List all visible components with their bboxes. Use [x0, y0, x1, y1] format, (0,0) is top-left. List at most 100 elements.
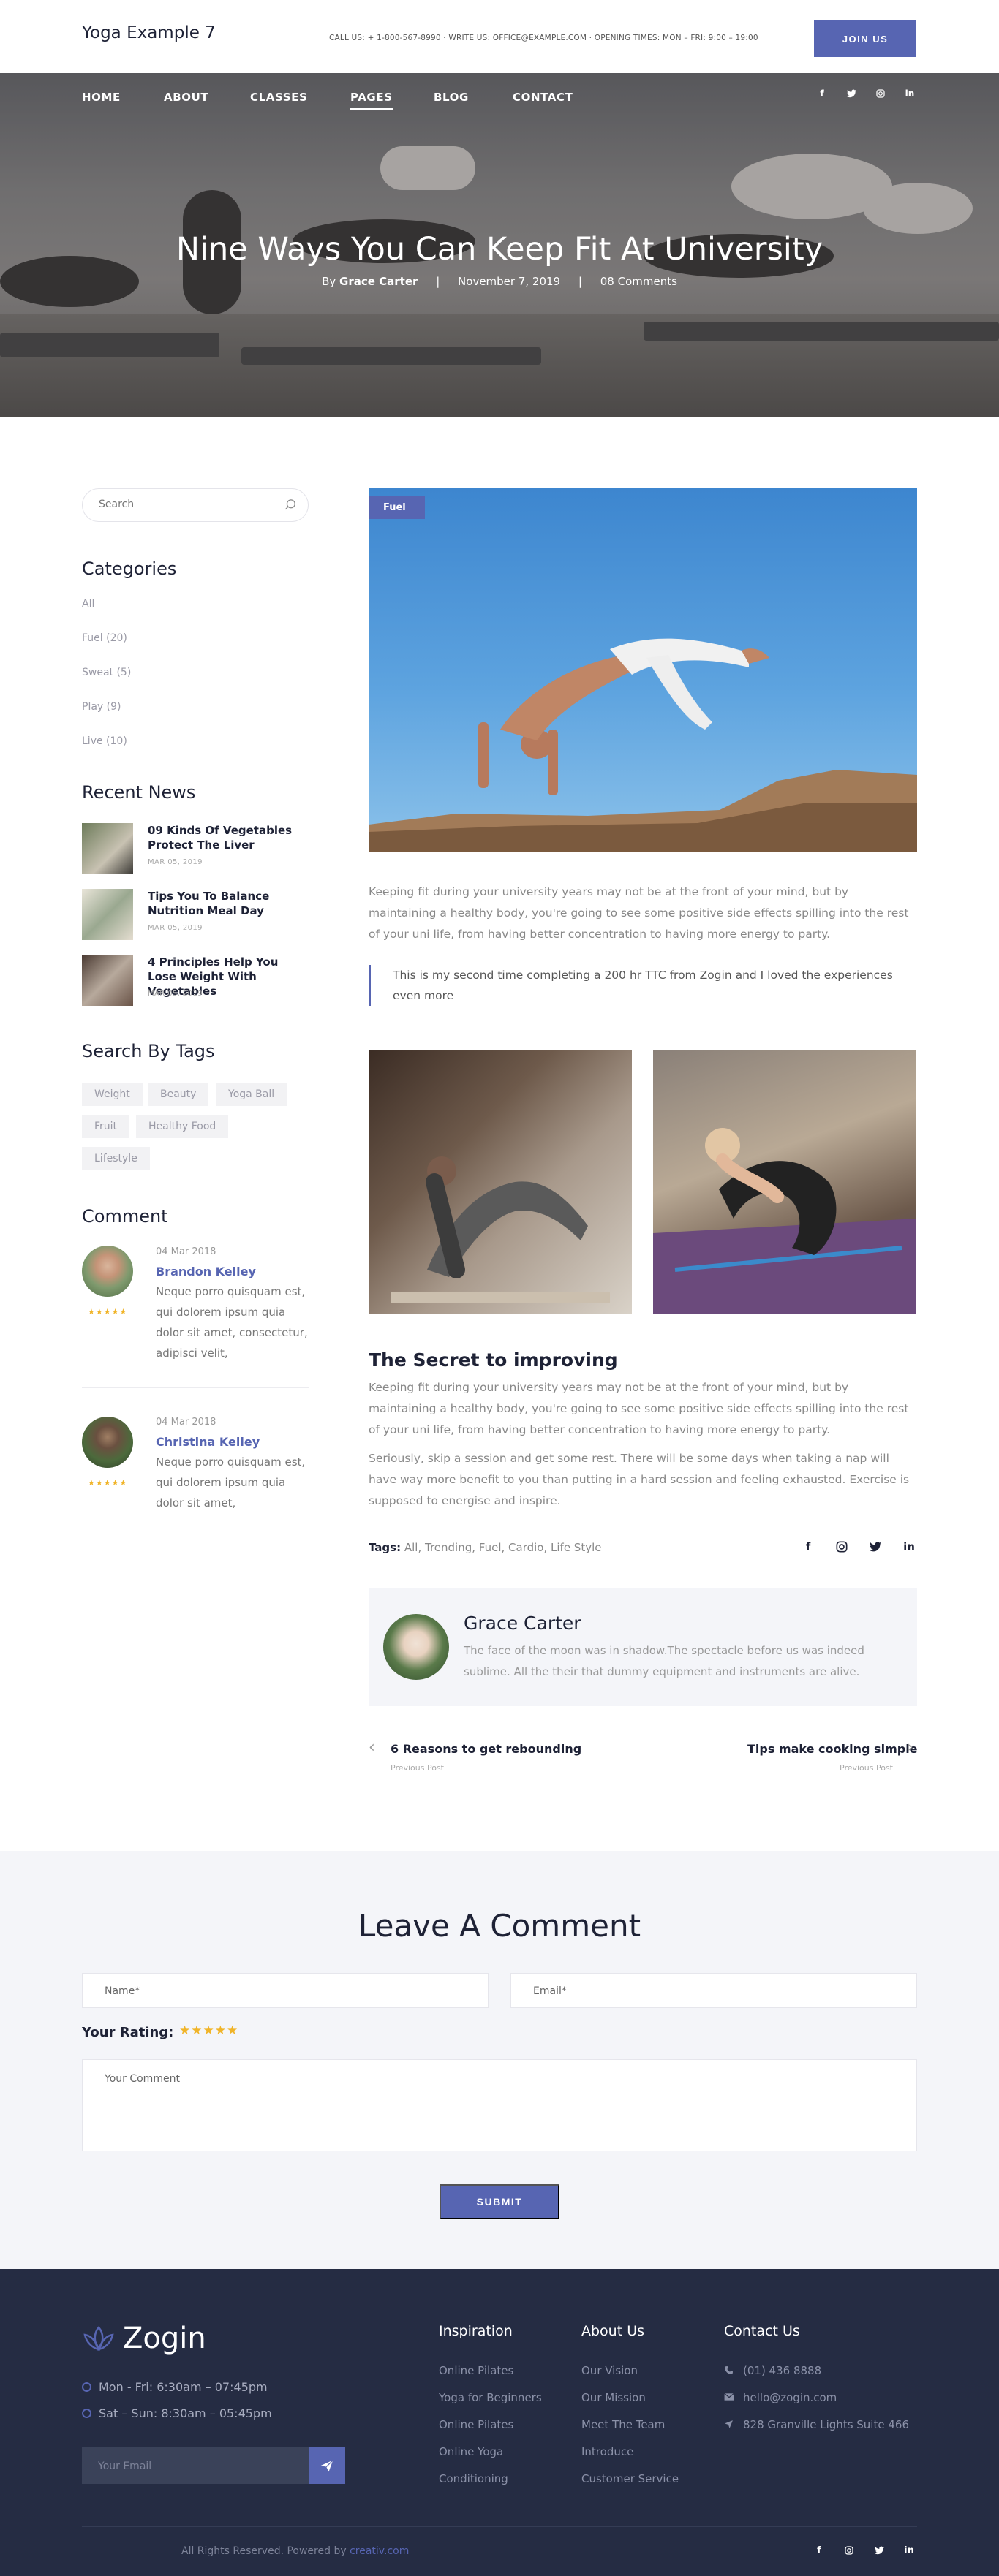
search-input[interactable] — [99, 499, 274, 510]
footer-link[interactable]: Meet The Team — [581, 2418, 665, 2431]
news-thumbnail[interactable] — [82, 955, 133, 1006]
linkedin-icon[interactable]: in — [902, 86, 917, 101]
article-subtitle: The Secret to improving — [369, 1349, 618, 1371]
next-post-icon[interactable]: › — [907, 1738, 913, 1757]
footer-link[interactable]: Introduce — [581, 2445, 633, 2458]
avatar — [82, 1246, 133, 1297]
newsletter-email-field[interactable]: Your Email — [82, 2447, 345, 2484]
nav-blog[interactable]: BLOG — [434, 91, 469, 104]
news-title[interactable]: Tips You To Balance Nutrition Meal Day — [148, 889, 309, 918]
footer-linkedin-icon[interactable]: in — [902, 2543, 916, 2558]
phone-icon — [725, 2366, 733, 2374]
footer-link[interactable]: Online Pilates — [439, 2364, 513, 2377]
tag-weight[interactable]: Weight — [82, 1083, 143, 1106]
categories-title: Categories — [82, 558, 177, 579]
send-button[interactable] — [309, 2447, 345, 2484]
rating-label: Your Rating: — [82, 2025, 174, 2040]
footer-phone[interactable]: (01) 436 8888 — [743, 2364, 821, 2377]
share-facebook-icon[interactable]: f — [801, 1539, 815, 1554]
tags-label: Tags: — [369, 1541, 402, 1554]
next-post-label: Previous Post — [840, 1763, 893, 1773]
twitter-icon[interactable] — [844, 86, 859, 101]
share-linkedin-icon[interactable]: in — [902, 1539, 916, 1554]
author-box: Grace Carter The face of the moon was in… — [369, 1588, 917, 1706]
nav-pages[interactable]: PAGES — [350, 91, 393, 110]
search-icon[interactable] — [283, 498, 298, 512]
footer-twitter-icon[interactable] — [872, 2543, 886, 2558]
footer-link[interactable]: Online Yoga — [439, 2445, 503, 2458]
share-instagram-icon[interactable] — [834, 1539, 849, 1554]
rating-stars[interactable]: ★★★★★ — [179, 2023, 238, 2038]
comment-form-title: Leave A Comment — [358, 1908, 641, 1944]
yoga-pose-illustration — [369, 638, 917, 852]
footer-col-title: Inspiration — [439, 2323, 513, 2339]
footer-logo[interactable]: Zogin — [123, 2322, 206, 2355]
news-date: MAR 05, 2019 — [148, 924, 203, 932]
nav-contact[interactable]: CONTACT — [513, 91, 573, 104]
tag-yoga-ball[interactable]: Yoga Ball — [216, 1083, 287, 1106]
footer-divider — [82, 2526, 917, 2527]
gallery-pose — [391, 1156, 610, 1303]
footer-link[interactable]: Our Mission — [581, 2391, 646, 2404]
tag-lifestyle[interactable]: Lifestyle — [82, 1147, 150, 1170]
divider — [82, 1387, 309, 1388]
featured-image — [369, 488, 917, 852]
copyright-link[interactable]: creativ.com — [350, 2545, 409, 2557]
post-comments-count[interactable]: 08 Comments — [600, 275, 677, 288]
nav-classes[interactable]: CLASSES — [250, 91, 307, 104]
comment-rating: ★★★★★ — [88, 1478, 128, 1488]
tag-healthy-food[interactable]: Healthy Food — [136, 1115, 229, 1138]
nav-home[interactable]: HOME — [82, 91, 121, 104]
category-item[interactable]: Fuel (20) — [82, 632, 127, 644]
footer-link[interactable]: Our Vision — [581, 2364, 638, 2377]
footer-link[interactable]: Online Pilates — [439, 2418, 513, 2431]
author-bio: The face of the moon was in shadow.The s… — [464, 1644, 864, 1678]
tag-beauty[interactable]: Beauty — [148, 1083, 209, 1106]
join-us-button[interactable]: JOIN US — [814, 20, 916, 57]
news-date: MAR 05, 2019 — [148, 990, 203, 998]
recent-news-title: Recent News — [82, 782, 196, 803]
tags-value[interactable]: All, Trending, Fuel, Cardio, Life Style — [404, 1541, 602, 1554]
share-twitter-icon[interactable] — [868, 1539, 883, 1554]
footer-email[interactable]: hello@zogin.com — [743, 2391, 837, 2404]
category-item[interactable]: Sweat (5) — [82, 667, 131, 678]
facebook-icon[interactable]: f — [815, 86, 829, 101]
tags-title: Search By Tags — [82, 1041, 215, 1061]
footer-link[interactable]: Conditioning — [439, 2472, 508, 2485]
meta-divider: | — [436, 275, 440, 288]
nav-about[interactable]: ABOUT — [164, 91, 208, 104]
category-item[interactable]: Live (10) — [82, 735, 127, 747]
mail-icon — [724, 2393, 734, 2401]
submit-button[interactable]: SUBMIT — [440, 2184, 559, 2219]
category-badge[interactable]: Fuel — [369, 496, 425, 519]
gallery-image — [653, 1050, 916, 1314]
comment-author[interactable]: Christina Kelley — [156, 1435, 260, 1449]
brand-logo[interactable]: Yoga Example 7 — [82, 23, 216, 42]
news-title[interactable]: 09 Kinds Of Vegetables Protect The Liver — [148, 823, 309, 852]
comment-textarea[interactable]: Your Comment — [82, 2059, 917, 2151]
category-item[interactable]: Play (9) — [82, 701, 121, 713]
copyright-text: All Rights Reserved. Powered by — [181, 2545, 347, 2557]
post-author[interactable]: Grace Carter — [339, 275, 418, 288]
footer-link[interactable]: Yoga for Beginners — [439, 2391, 542, 2404]
footer-facebook-icon[interactable]: f — [812, 2543, 826, 2558]
paper-plane-icon — [320, 2460, 333, 2472]
news-thumbnail[interactable] — [82, 823, 133, 874]
prev-post-icon[interactable]: ‹ — [369, 1738, 375, 1757]
email-field[interactable]: Email* — [510, 1973, 917, 2008]
comment-author[interactable]: Brandon Kelley — [156, 1265, 256, 1278]
instagram-icon[interactable] — [873, 86, 888, 101]
news-thumbnail[interactable] — [82, 889, 133, 940]
next-post-link[interactable]: Tips make cooking simple — [747, 1742, 918, 1756]
name-field[interactable]: Name* — [82, 1973, 489, 2008]
gallery-image — [369, 1050, 632, 1314]
footer-hours: Sat – Sun: 8:30am – 05:45pm — [82, 2406, 272, 2420]
tag-fruit[interactable]: Fruit — [82, 1115, 130, 1138]
post-by: By — [322, 275, 336, 288]
prev-post-link[interactable]: 6 Reasons to get rebounding — [391, 1742, 581, 1756]
search-box — [82, 488, 309, 522]
category-item[interactable]: All — [82, 598, 94, 610]
footer-instagram-icon[interactable] — [842, 2543, 856, 2558]
footer-link[interactable]: Customer Service — [581, 2472, 679, 2485]
author-name[interactable]: Grace Carter — [464, 1613, 581, 1634]
